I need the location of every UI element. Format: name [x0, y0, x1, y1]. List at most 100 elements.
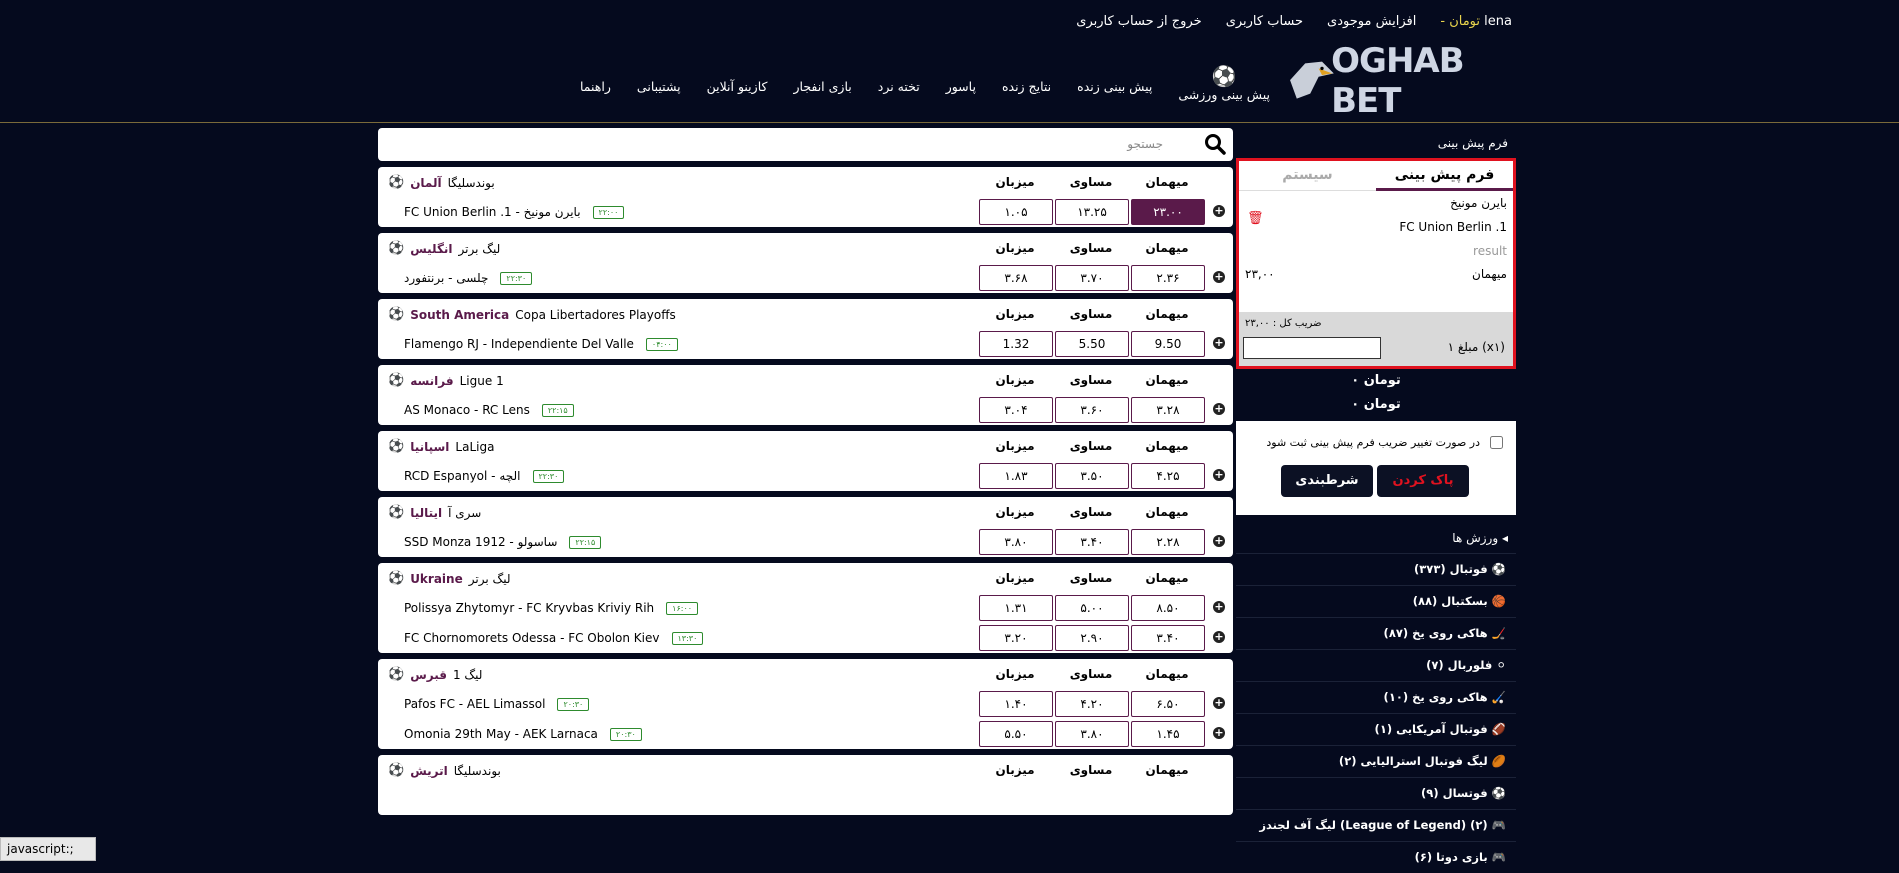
tab-bet-form[interactable]: فرم پیش بینی — [1376, 161, 1513, 191]
more-markets-icon[interactable]: + — [1213, 205, 1225, 217]
odd-home[interactable]: ۵.۵۰ — [979, 721, 1053, 747]
odd-home[interactable]: ۱.۴۰ — [979, 691, 1053, 717]
odd-home[interactable]: ۳.۶۸ — [979, 265, 1053, 291]
site-logo[interactable]: OGHAB BET — [1285, 41, 1510, 121]
sport-item[interactable]: فوتسال (۹) ⚽ — [1236, 777, 1516, 809]
sport-icon: 🏑 — [1491, 690, 1506, 704]
odd-away[interactable]: ۳.۴۰ — [1131, 625, 1205, 651]
match-teams[interactable]: FC Chornomorets Odessa - FC Obolon Kiev ۱… — [404, 631, 704, 645]
league-country: اتریش — [410, 763, 448, 778]
search-icon[interactable] — [1203, 132, 1227, 156]
match-teams[interactable]: FC Union Berlin .1 - بایرن مونیخ ۲۲:۰۰ — [404, 205, 625, 219]
logout-link[interactable]: خروج از حساب کاربری — [1076, 14, 1201, 29]
nav-live-bet[interactable]: پیش بینی زنده — [1077, 79, 1152, 108]
sport-label: فوتبال آمریکایی (۱) — [1374, 722, 1488, 736]
sport-item[interactable]: هاکی روی یخ (۱۰) 🏑 — [1236, 681, 1516, 713]
sport-item[interactable]: لیگ آف لجندز (League of Legend) (۲) 🎮 — [1236, 809, 1516, 841]
match-teams[interactable]: چلسی - برنتفورد ۲۲:۳۰ — [404, 271, 533, 285]
nav-backgammon[interactable]: تخته نرد — [878, 79, 920, 108]
more-markets-icon[interactable]: + — [1213, 601, 1225, 613]
odd-away[interactable]: ۳.۲۸ — [1131, 397, 1205, 423]
sport-item[interactable]: بسکتبال (۸۸) 🏀 — [1236, 585, 1516, 617]
place-bet-button[interactable]: شرطبندی — [1281, 465, 1373, 497]
more-markets-icon[interactable]: + — [1213, 403, 1225, 415]
nav-casino[interactable]: کازینو آنلاین — [707, 79, 768, 108]
odd-home[interactable]: ۱.۳۱ — [979, 595, 1053, 621]
odd-draw[interactable]: ۳.۴۰ — [1055, 529, 1129, 555]
sport-item[interactable]: فوتبال آمریکایی (۱) 🏈 — [1236, 713, 1516, 745]
odd-home[interactable]: ۱.۰۵ — [979, 199, 1053, 225]
league-name: ⚽ اسپانیا LaLiga — [388, 439, 494, 454]
nav-help[interactable]: راهنما — [580, 79, 611, 108]
user-menu: lena تومان - افزایش موجودی حساب کاربری خ… — [1076, 14, 1512, 29]
sport-item[interactable]: فلوربال (۷) ⚪ — [1236, 649, 1516, 681]
trash-icon[interactable]: 🗑 — [1247, 211, 1264, 226]
tab-system[interactable]: سیستم — [1239, 161, 1376, 191]
odd-away[interactable]: ۲.۲۸ — [1131, 529, 1205, 555]
odd-draw[interactable]: 5.50 — [1055, 331, 1129, 357]
nav-support[interactable]: پشتیبانی — [637, 79, 681, 108]
nav-sports-bet[interactable]: ⚽ پیش بینی ورزشی — [1178, 65, 1270, 108]
match-teams[interactable]: Polissya Zhytomyr - FC Kryvbas Kriviy Ri… — [404, 601, 699, 615]
match-teams[interactable]: AS Monaco - RC Lens ۲۲:۱۵ — [404, 403, 574, 417]
odd-away[interactable]: ۶.۵۰ — [1131, 691, 1205, 717]
search-bar[interactable]: جستجو — [378, 128, 1233, 161]
odd-home[interactable]: ۳.۲۰ — [979, 625, 1053, 651]
odd-draw[interactable]: ۲.۹۰ — [1055, 625, 1129, 651]
nav-pasur[interactable]: پاسور — [946, 79, 976, 108]
odd-home[interactable]: 1.32 — [979, 331, 1053, 357]
odd-draw[interactable]: ۳.۸۰ — [1055, 721, 1129, 747]
sport-icon: ⚽ — [1491, 562, 1506, 576]
match-teams[interactable]: Pafos FC - AEL Limassol ۲۰:۳۰ — [404, 697, 590, 711]
sport-item[interactable]: لیگ فوتبال استرالیایی (۲) 🏉 — [1236, 745, 1516, 777]
odd-home[interactable]: ۳.۸۰ — [979, 529, 1053, 555]
col-home: میزبان — [995, 505, 1035, 519]
more-markets-icon[interactable]: + — [1213, 535, 1225, 547]
col-away: میهمان — [1145, 505, 1189, 519]
nav-live-results[interactable]: نتایج زنده — [1002, 79, 1051, 108]
bet-slip: سیستم فرم پیش بینی 🗑 بایرن مونیخ FC Unio… — [1236, 158, 1516, 369]
odd-draw[interactable]: ۱۳.۲۵ — [1055, 199, 1129, 225]
match-teams[interactable]: Omonia 29th May - AEK Larnaca ۲۰:۳۰ — [404, 727, 642, 741]
match-teams[interactable]: RCD Espanyol - الچه ۲۲:۳۰ — [404, 469, 565, 483]
league-title: بوندسلیگا — [453, 763, 501, 778]
sport-item[interactable]: هاکی روی یخ (۸۷) 🏒 — [1236, 617, 1516, 649]
odd-home[interactable]: ۱.۸۳ — [979, 463, 1053, 489]
deposit-link[interactable]: افزایش موجودی — [1327, 14, 1416, 29]
nav-crash[interactable]: بازی انفجار — [793, 79, 851, 108]
more-markets-icon[interactable]: + — [1213, 271, 1225, 283]
stake-input[interactable] — [1243, 337, 1381, 359]
odd-draw[interactable]: ۴.۲۰ — [1055, 691, 1129, 717]
sports-header[interactable]: ورزش ها ◂ — [1236, 523, 1516, 553]
odd-draw[interactable]: ۵.۰۰ — [1055, 595, 1129, 621]
league-title: لیگ برتر — [468, 571, 511, 586]
odd-away[interactable]: ۱.۴۵ — [1131, 721, 1205, 747]
odds-change-checkbox[interactable] — [1490, 436, 1503, 449]
clear-button[interactable]: پاک کردن — [1377, 465, 1469, 497]
more-markets-icon[interactable]: + — [1213, 469, 1225, 481]
more-markets-icon[interactable]: + — [1213, 631, 1225, 643]
more-markets-icon[interactable]: + — [1213, 697, 1225, 709]
match-teams[interactable]: SSD Monza 1912 - ساسولو ۲۲:۱۵ — [404, 535, 602, 549]
odd-home[interactable]: ۳.۰۴ — [979, 397, 1053, 423]
sport-item[interactable]: بازی دوتا (۶) 🎮 — [1236, 841, 1516, 873]
more-markets-icon[interactable]: + — [1213, 337, 1225, 349]
sport-item[interactable]: فوتبال (۳۷۳) ⚽ — [1236, 553, 1516, 585]
odd-draw[interactable]: ۳.۶۰ — [1055, 397, 1129, 423]
match-row: FC Union Berlin .1 - بایرن مونیخ ۲۲:۰۰ ۱.۰… — [378, 197, 1233, 227]
more-markets-icon[interactable]: + — [1213, 727, 1225, 739]
odd-away[interactable]: ۸.۵۰ — [1131, 595, 1205, 621]
account-link[interactable]: حساب کاربری — [1226, 14, 1303, 29]
soccer-ball-icon: ⚽ — [1211, 64, 1237, 88]
soccer-ball-icon: ⚽ — [388, 667, 405, 682]
odd-away[interactable]: ۲.۳۶ — [1131, 265, 1205, 291]
sport-icon: ⚽ — [1491, 786, 1506, 800]
teams-label: Polissya Zhytomyr - FC Kryvbas Kriviy Ri… — [404, 601, 655, 615]
odd-away[interactable]: ۲۳.۰۰ — [1131, 199, 1205, 225]
odd-away[interactable]: ۴.۲۵ — [1131, 463, 1205, 489]
odd-away[interactable]: 9.50 — [1131, 331, 1205, 357]
search-input[interactable]: جستجو — [1127, 137, 1163, 151]
match-teams[interactable]: Flamengo RJ - Independiente Del Valle ۰۴:… — [404, 337, 678, 351]
odd-draw[interactable]: ۳.۵۰ — [1055, 463, 1129, 489]
odd-draw[interactable]: ۳.۷۰ — [1055, 265, 1129, 291]
